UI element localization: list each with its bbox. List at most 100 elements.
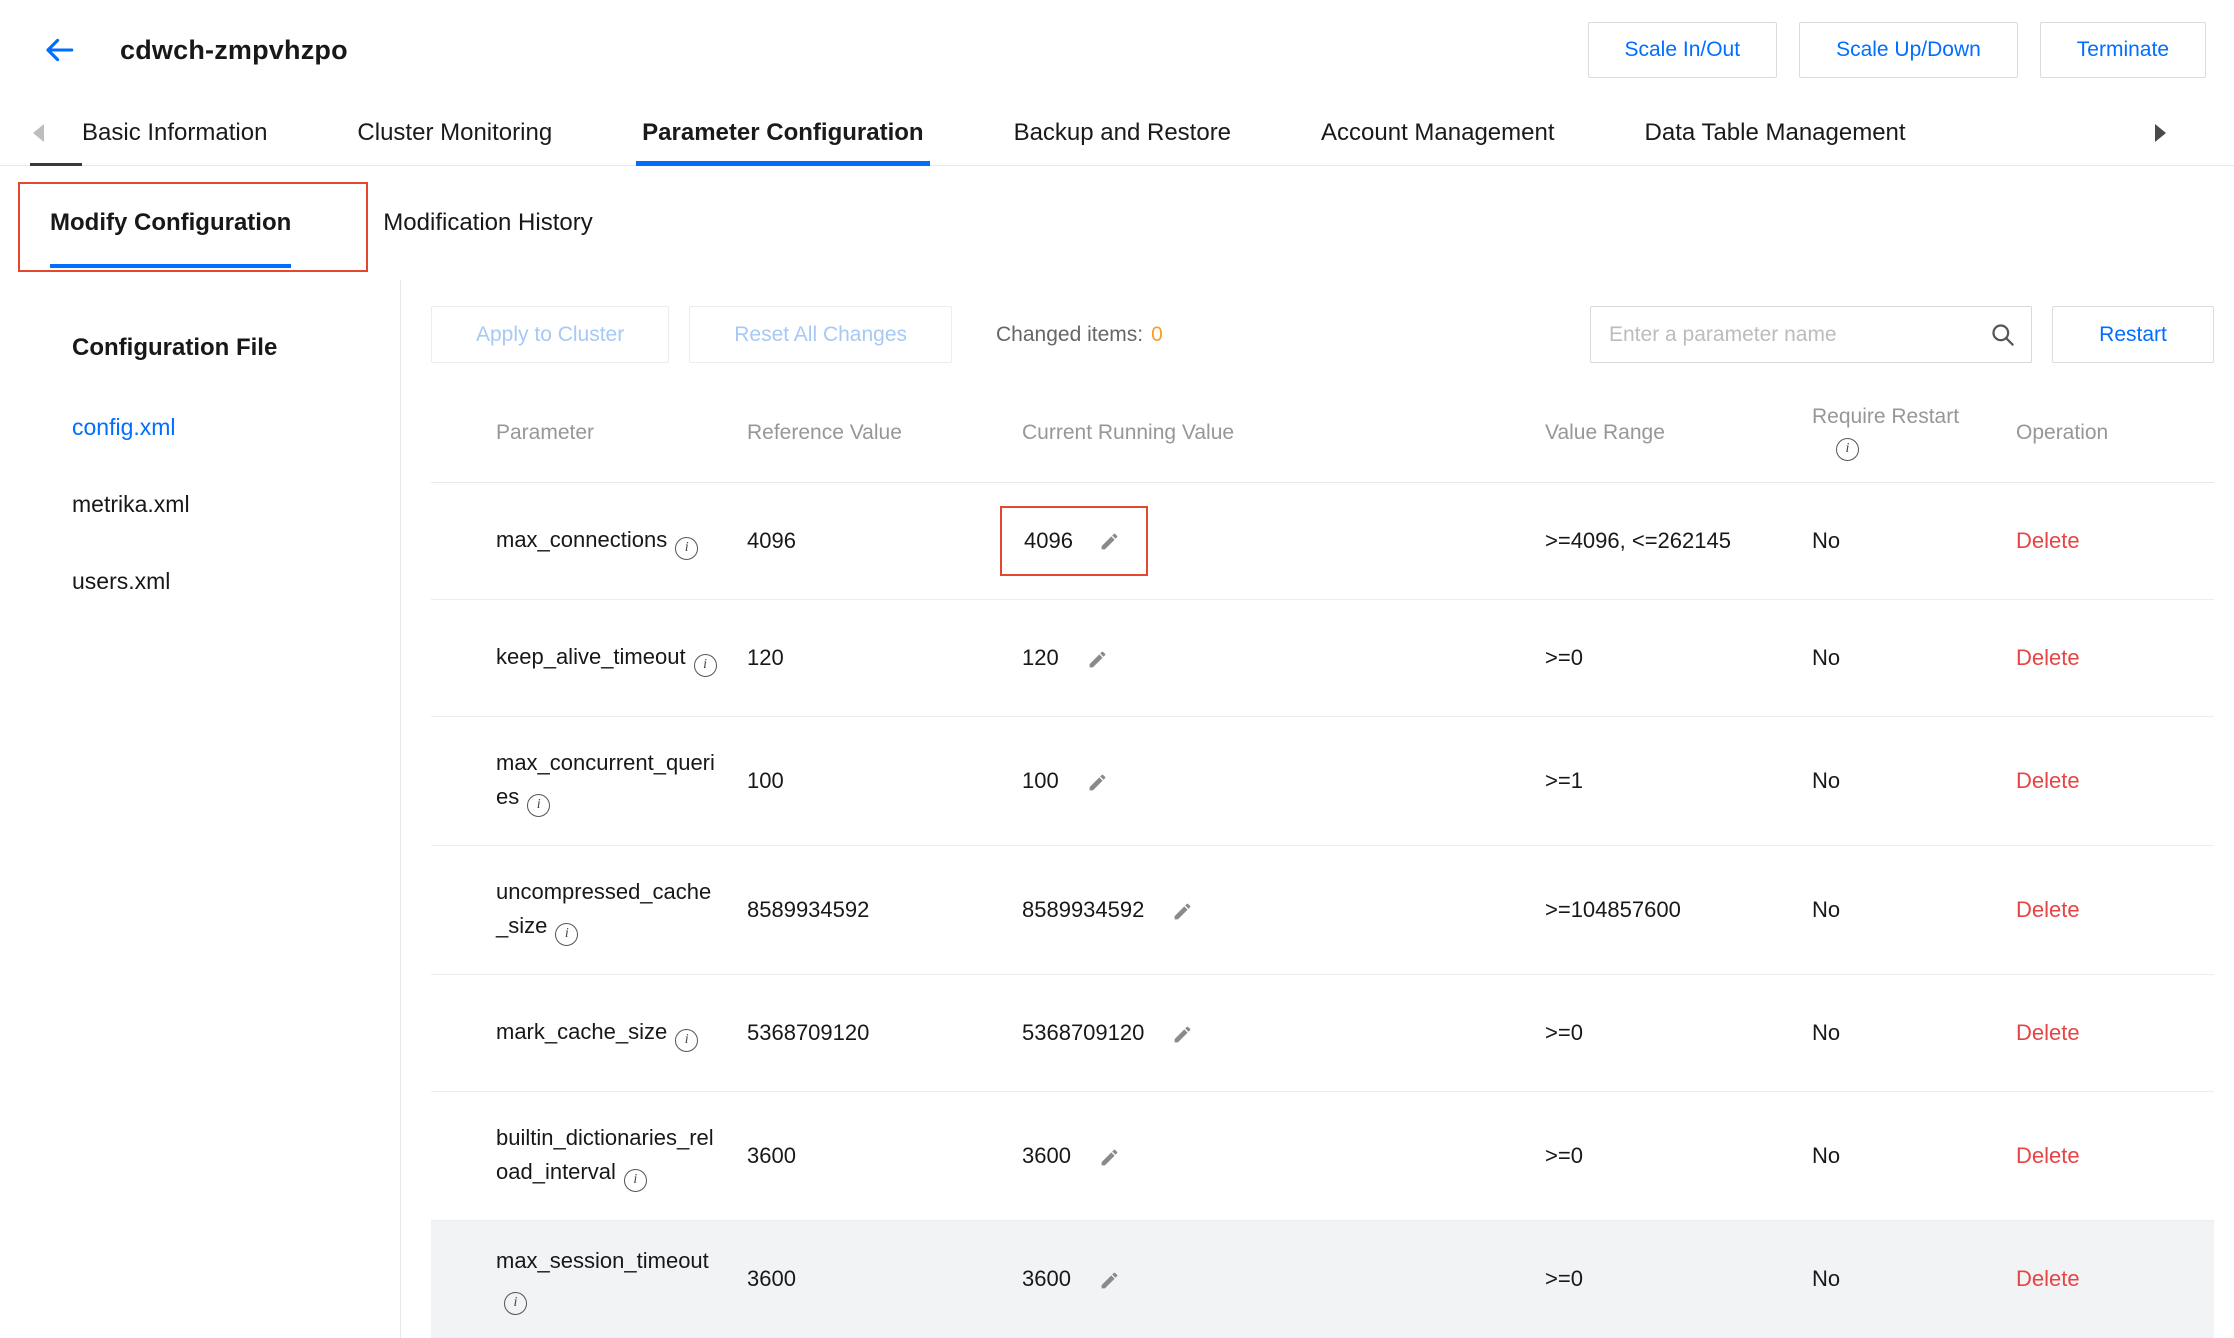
edit-icon[interactable] xyxy=(1099,1270,1120,1291)
require-restart: No xyxy=(1796,528,1996,554)
subtab-modify-configuration[interactable]: Modify Configuration xyxy=(50,166,291,280)
info-icon[interactable]: i xyxy=(504,1292,527,1315)
tab-basic-information[interactable]: Basic Information xyxy=(76,100,273,165)
current-value-cell: 4096 xyxy=(1006,506,1526,576)
reset-all-changes-button[interactable]: Reset All Changes xyxy=(689,306,952,363)
reference-value: 120 xyxy=(721,645,1006,671)
delete-button[interactable]: Delete xyxy=(2016,1020,2080,1045)
require-restart: No xyxy=(1796,645,1996,671)
apply-to-cluster-button[interactable]: Apply to Cluster xyxy=(431,306,669,363)
scale-up-down-button[interactable]: Scale Up/Down xyxy=(1799,22,2018,78)
value-range: >=0 xyxy=(1526,1143,1796,1169)
edit-icon[interactable] xyxy=(1172,901,1193,922)
table-row: max_connectionsi 4096 4096 >=4096, <=262… xyxy=(431,483,2214,600)
current-value: 4096 xyxy=(1024,528,1073,554)
reference-value: 5368709120 xyxy=(721,1020,1006,1046)
delete-button[interactable]: Delete xyxy=(2016,768,2080,793)
info-icon[interactable]: i xyxy=(675,1029,698,1052)
require-restart: No xyxy=(1796,768,1996,794)
changed-items-count: 0 xyxy=(1151,323,1163,346)
info-icon[interactable]: i xyxy=(555,923,578,946)
changed-items: Changed items: 0 xyxy=(996,323,1163,347)
edit-icon[interactable] xyxy=(1087,649,1108,670)
delete-button[interactable]: Delete xyxy=(2016,645,2080,670)
tab-scroll-left-icon[interactable] xyxy=(0,100,76,165)
tab-account-management[interactable]: Account Management xyxy=(1315,100,1560,165)
parameter-table: Parameter Reference Value Current Runnin… xyxy=(431,383,2214,1338)
delete-button[interactable]: Delete xyxy=(2016,1143,2080,1168)
current-value: 3600 xyxy=(1022,1266,1071,1291)
require-restart: No xyxy=(1796,1020,1996,1046)
config-file-list: config.xml metrika.xml users.xml xyxy=(72,414,400,595)
main-tab-bar: Basic Information Cluster Monitoring Par… xyxy=(0,100,2234,166)
require-restart: No xyxy=(1796,897,1996,923)
table-row: keep_alive_timeouti 120 120 >=0 No Delet… xyxy=(431,600,2214,717)
tab-data-table-management[interactable]: Data Table Management xyxy=(1639,100,1912,165)
tab-parameter-configuration[interactable]: Parameter Configuration xyxy=(636,100,929,165)
current-value: 100 xyxy=(1022,768,1059,793)
main-panel: Apply to Cluster Reset All Changes Chang… xyxy=(401,280,2234,1338)
value-range: >=0 xyxy=(1526,645,1796,671)
reference-value: 4096 xyxy=(721,528,1006,554)
content: Configuration File config.xml metrika.xm… xyxy=(0,280,2234,1338)
parameter-name-cell: keep_alive_timeouti xyxy=(431,640,721,677)
sidebar: Configuration File config.xml metrika.xm… xyxy=(0,280,401,1338)
reference-value: 3600 xyxy=(721,1266,1006,1292)
scale-in-out-button[interactable]: Scale In/Out xyxy=(1588,22,1778,78)
require-restart: No xyxy=(1796,1266,1996,1292)
edit-icon[interactable] xyxy=(1087,772,1108,793)
current-value-cell: 3600 xyxy=(1006,1266,1526,1292)
terminate-button[interactable]: Terminate xyxy=(2040,22,2206,78)
value-range: >=4096, <=262145 xyxy=(1526,528,1796,554)
parameter-name-cell: mark_cache_sizei xyxy=(431,1015,721,1052)
reference-value: 8589934592 xyxy=(721,897,1006,923)
value-range: >=104857600 xyxy=(1526,897,1796,923)
current-value-cell: 8589934592 xyxy=(1006,897,1526,923)
changed-items-label: Changed items: xyxy=(996,323,1143,346)
info-icon[interactable]: i xyxy=(527,794,550,817)
column-header-parameter: Parameter xyxy=(431,416,721,450)
current-value: 3600 xyxy=(1022,1143,1071,1168)
tab-scroll-right-icon[interactable] xyxy=(2122,100,2198,165)
restart-button[interactable]: Restart xyxy=(2052,306,2214,363)
current-value-cell: 100 xyxy=(1006,768,1526,794)
current-value-cell: 120 xyxy=(1006,645,1526,671)
edit-icon[interactable] xyxy=(1099,531,1120,552)
sidebar-item-users-xml[interactable]: users.xml xyxy=(72,568,400,595)
info-icon[interactable]: i xyxy=(675,537,698,560)
edit-icon[interactable] xyxy=(1172,1024,1193,1045)
tab-backup-and-restore[interactable]: Backup and Restore xyxy=(1008,100,1237,165)
back-icon[interactable] xyxy=(42,28,86,72)
current-value-cell: 5368709120 xyxy=(1006,1020,1526,1046)
annotation-box-current-value: 4096 xyxy=(1000,506,1148,576)
sidebar-item-config-xml[interactable]: config.xml xyxy=(72,414,400,441)
info-icon[interactable]: i xyxy=(624,1169,647,1192)
current-value: 5368709120 xyxy=(1022,1020,1144,1045)
reference-value: 100 xyxy=(721,768,1006,794)
delete-button[interactable]: Delete xyxy=(2016,1266,2080,1291)
search-icon[interactable] xyxy=(1989,321,2016,353)
parameter-name-cell: uncompressed_cache_sizei xyxy=(431,875,721,946)
require-restart: No xyxy=(1796,1143,1996,1169)
search-input[interactable] xyxy=(1590,306,2032,363)
parameter-name-cell: max_session_timeouti xyxy=(431,1244,721,1315)
sidebar-item-metrika-xml[interactable]: metrika.xml xyxy=(72,491,400,518)
table-header: Parameter Reference Value Current Runnin… xyxy=(431,383,2214,483)
delete-button[interactable]: Delete xyxy=(2016,528,2080,553)
value-range: >=0 xyxy=(1526,1266,1796,1292)
column-header-value-range: Value Range xyxy=(1526,421,1796,445)
reference-value: 3600 xyxy=(721,1143,1006,1169)
current-value-cell: 3600 xyxy=(1006,1143,1526,1169)
edit-icon[interactable] xyxy=(1099,1147,1120,1168)
table-row: uncompressed_cache_sizei 8589934592 8589… xyxy=(431,846,2214,975)
parameter-search xyxy=(1590,306,2032,363)
column-header-current-running-value: Current Running Value xyxy=(1006,421,1526,445)
subtab-modification-history[interactable]: Modification History xyxy=(383,166,592,280)
current-value: 120 xyxy=(1022,645,1059,670)
info-icon[interactable]: i xyxy=(1836,438,1859,461)
tab-cluster-monitoring[interactable]: Cluster Monitoring xyxy=(351,100,558,165)
delete-button[interactable]: Delete xyxy=(2016,897,2080,922)
parameter-name-cell: max_connectionsi xyxy=(431,523,721,560)
page-title: cdwch-zmpvhzpo xyxy=(120,35,348,66)
info-icon[interactable]: i xyxy=(694,654,717,677)
